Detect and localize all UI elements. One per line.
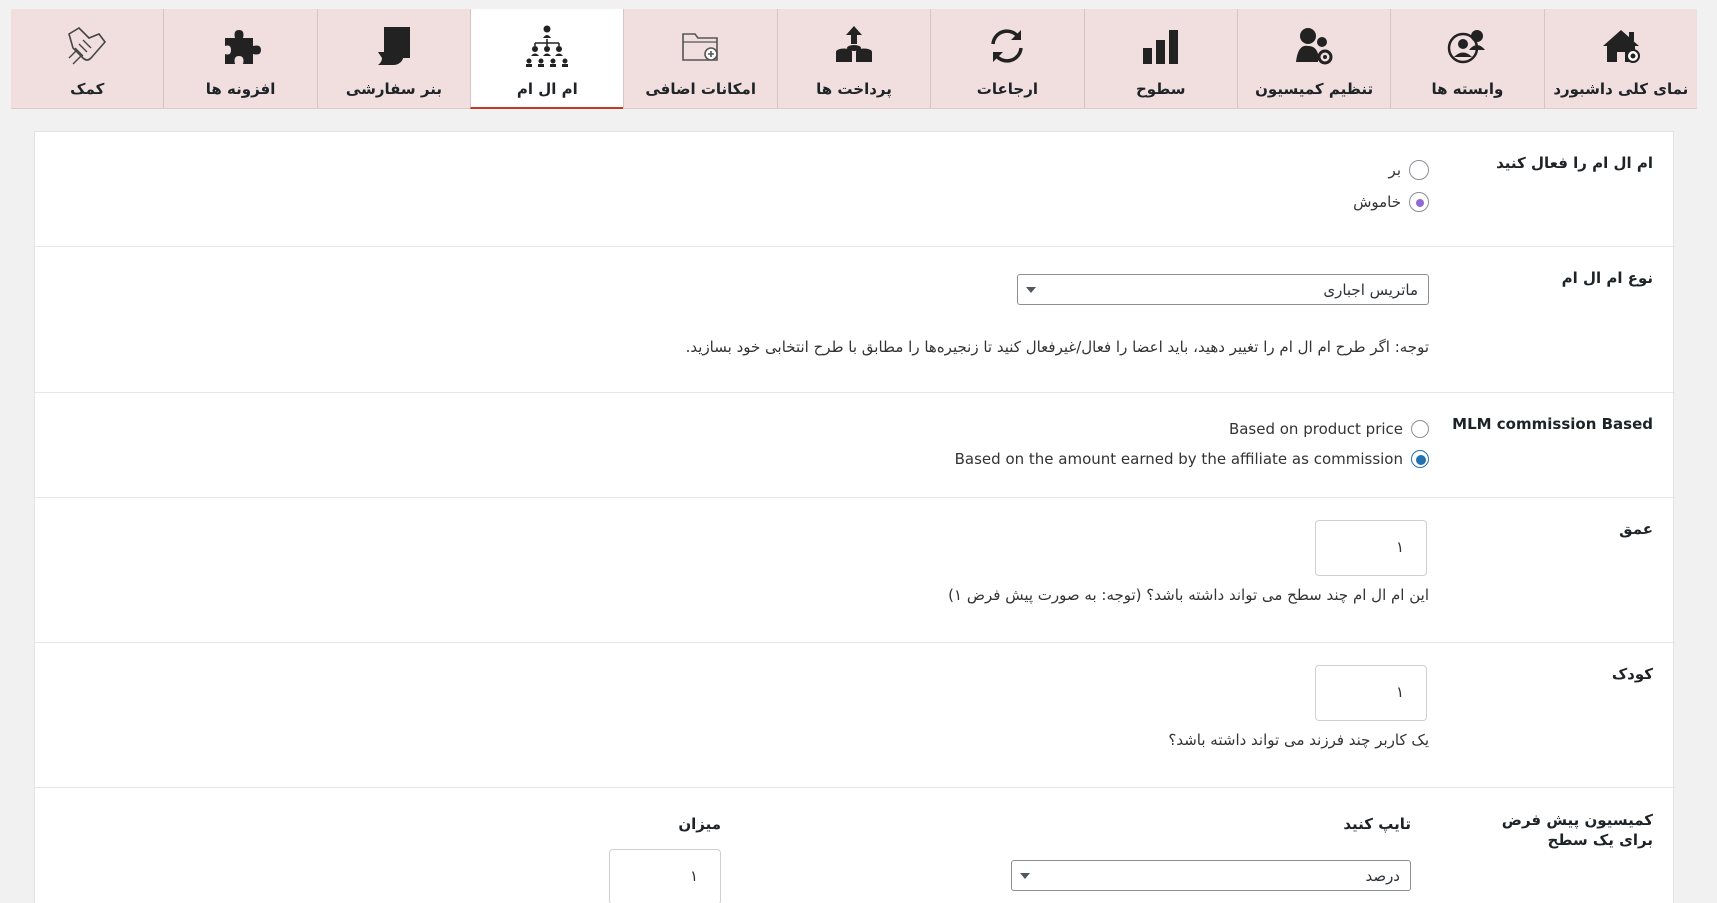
default-commission-label: کمیسیون پیش فرض برای یک سطح [1501,811,1653,849]
payout-icon [830,22,878,70]
enable-off-label: خاموش [1353,193,1401,211]
enable-on-radio[interactable] [1409,160,1429,180]
enable-mlm-label: ام ال ام را فعال کنید [1496,154,1653,172]
hierarchy-icon [523,22,571,70]
child-input[interactable]: ۱ [1315,665,1427,721]
commission-earned-radio[interactable] [1411,450,1429,468]
bar-chart-icon [1137,22,1185,70]
banner-icon [370,22,418,70]
mlm-type-value: ماتریس اجباری [1323,281,1418,299]
commission-price-option[interactable]: Based on product price [1229,420,1429,438]
commission-type-select[interactable]: درصد [1011,860,1411,891]
depth-value: ۱ [1395,538,1404,556]
mlm-type-note: توجه: اگر طرح ام ال ام را تغییر دهید، با… [685,338,1429,356]
tab-referrals[interactable]: ارجاعات [930,9,1083,109]
tab-addons[interactable]: امکانات اضافی [623,9,776,109]
tab-payouts[interactable]: پرداخت ها [776,9,930,109]
commission-price-label: Based on product price [1228,420,1403,438]
puzzle-icon [217,22,265,70]
tab-dashboard[interactable]: نمای کلی داشبورد [1543,9,1697,109]
tab-commission-settings[interactable]: تنظیم کمیسیون [1236,9,1390,109]
row-commission-based: MLM commission Based Based on product pr… [35,393,1675,498]
tab-levels[interactable]: سطوح [1083,9,1237,109]
tab-label: بنر سفارشی [345,80,442,98]
tab-mlm[interactable]: ام ال ام [470,9,624,109]
tab-label: ام ال ام [516,80,578,98]
refresh-icon [983,22,1031,70]
tab-custom-banner[interactable]: بنر سفارشی [316,9,470,109]
commission-settings-icon [1290,22,1338,70]
enable-on-label: بر [1388,161,1401,179]
row-default-commission: کمیسیون پیش فرض برای یک سطح تایپ کنید در… [35,788,1675,903]
depth-note: این ام ال ام چند سطح می تواند داشته باشد… [948,586,1429,604]
row-child: کودک ۱ یک کاربر چند فرزند می تواند داشته… [35,643,1675,788]
chevron-down-icon [1020,873,1030,879]
mlm-settings-panel: ام ال ام را فعال کنید بر خاموش نوع ام ال… [34,131,1675,903]
tab-label: تنظیم کمیسیون [1255,80,1374,98]
row-mlm-type: نوع ام ال ام ماتریس اجباری توجه: اگر طرح… [35,247,1675,393]
commission-type-value: درصد [1365,867,1400,885]
settings-tabs: نمای کلی داشبورد وابسته ها تنظیم کمیسیون… [11,9,1697,109]
child-label: کودک [1611,665,1653,683]
commission-amount-label: میزان [678,815,721,833]
tab-extensions[interactable]: افزونه ها [163,9,316,109]
home-icon [1597,22,1645,70]
child-note: یک کاربر چند فرزند می تواند داشته باشد؟ [1168,731,1429,749]
commission-earned-option[interactable]: Based on the amount earned by the affili… [955,450,1429,468]
tab-label: سطوح [1135,80,1186,98]
chevron-down-icon [1026,287,1036,293]
affiliates-icon [1443,22,1491,70]
tab-label: پرداخت ها [816,80,892,98]
depth-input[interactable]: ۱ [1315,520,1427,576]
tab-label: نمای کلی داشبورد [1553,80,1689,98]
help-handshake-icon [63,22,111,70]
commission-amount-value: ۱ [689,867,698,885]
child-value: ۱ [1395,683,1404,701]
row-enable-mlm: ام ال ام را فعال کنید بر خاموش [35,132,1675,247]
enable-off-option[interactable]: خاموش [1353,192,1429,212]
tab-label: وابسته ها [1431,80,1504,98]
mlm-type-select[interactable]: ماتریس اجباری [1017,274,1429,305]
tab-label: افزونه ها [205,80,276,98]
enable-off-radio[interactable] [1409,192,1429,212]
commission-based-label: MLM commission Based [1452,415,1653,433]
commission-price-radio[interactable] [1411,420,1429,438]
tab-label: ارجاعات [976,80,1038,98]
commission-amount-input[interactable]: ۱ [609,849,721,903]
enable-on-option[interactable]: بر [1389,160,1429,180]
tab-label: کمک [70,80,105,98]
tab-affiliates[interactable]: وابسته ها [1390,9,1543,109]
tab-help[interactable]: کمک [11,9,163,109]
depth-label: عمق [1619,520,1653,538]
folder-add-icon [677,22,725,70]
tab-label: امکانات اضافی [645,80,756,98]
mlm-type-label: نوع ام ال ام [1561,269,1653,287]
commission-type-label: تایپ کنید [1343,815,1411,833]
row-depth: عمق ۱ این ام ال ام چند سطح می تواند داشت… [35,498,1675,643]
commission-earned-label: Based on the amount earned by the affili… [954,450,1403,468]
